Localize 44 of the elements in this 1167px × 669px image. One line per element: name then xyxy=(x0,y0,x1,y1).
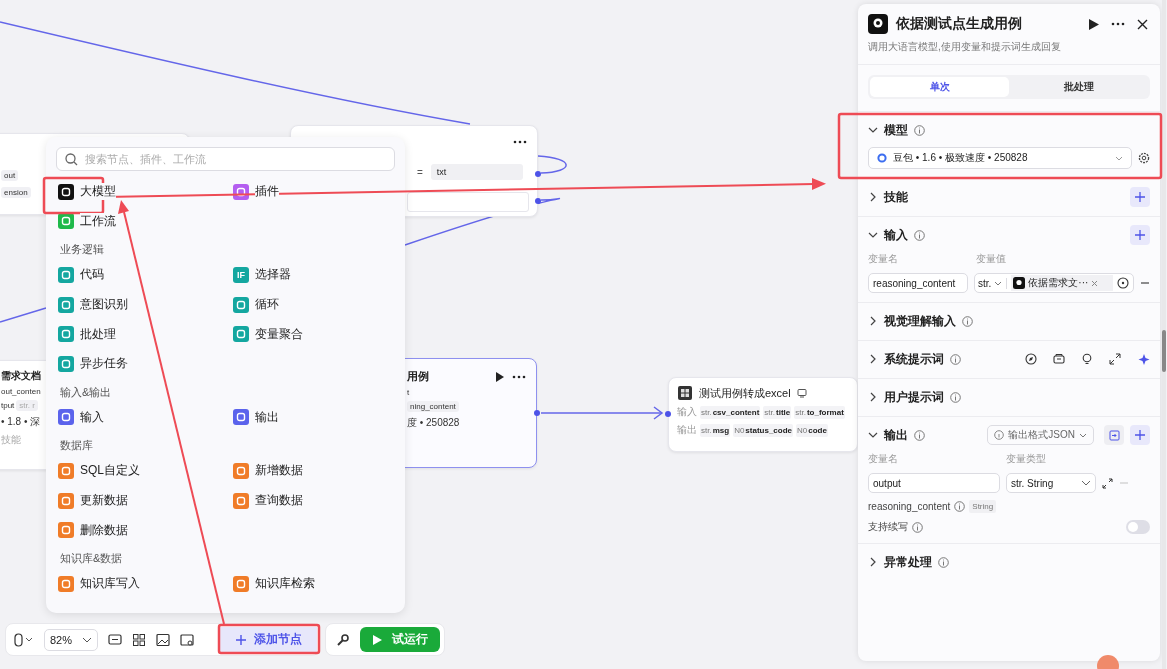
type-tag: str. r xyxy=(16,400,38,411)
section-title: 输入 xyxy=(884,226,908,244)
variable-text: tput xyxy=(1,401,15,410)
type-tag: String xyxy=(969,500,997,513)
section-title: 视觉理解输入 xyxy=(884,312,956,330)
column-label: 变量类型 xyxy=(1006,452,1046,466)
section-title: 异常处理 xyxy=(884,553,932,571)
skills-text: 技能 xyxy=(1,433,21,447)
section-heading: 数据库 xyxy=(59,438,94,454)
section-title: 用户提示词 xyxy=(884,388,944,406)
input-label: 输入 xyxy=(677,405,697,419)
variable-tag: ning_content xyxy=(407,401,459,412)
variable-tag: ension xyxy=(1,187,31,198)
section-title: 模型 xyxy=(884,121,908,139)
node-type-icon: IF xyxy=(233,267,249,283)
node-title: 需求文档 xyxy=(1,369,41,383)
output-label: 输出 xyxy=(677,423,697,437)
panel-description: 调用大语言模型,使用变量和提示词生成回复 xyxy=(858,34,1160,65)
section-heading: 知识库&数据 xyxy=(59,550,124,566)
section-title: 技能 xyxy=(884,188,908,206)
node-title: 测试用例转成excel xyxy=(699,385,791,401)
variable-text: out_conten xyxy=(1,387,41,396)
parameter-tag: str.msg xyxy=(700,423,731,437)
node-title: 用例 xyxy=(407,369,430,384)
section-title: 系统提示词 xyxy=(884,350,944,368)
variable-name: reasoning_content xyxy=(868,501,951,512)
section-heading: 输入&输出 xyxy=(59,384,113,400)
section-title: 输出 xyxy=(884,426,908,444)
section-heading: 业务逻辑 xyxy=(59,242,105,258)
panel-title: 依据测试点生成用例 xyxy=(896,15,1023,33)
parameter-tag: N0status_code xyxy=(733,423,794,437)
column-label: 变量名 xyxy=(868,452,899,466)
parameter-tag: str.to_format xyxy=(794,405,845,419)
variable-text: t xyxy=(407,388,410,397)
parameter-tag: str.title xyxy=(763,405,792,419)
parameter-tag: str.csv_content xyxy=(700,405,761,419)
column-label: 变量名 xyxy=(868,252,899,266)
parameter-tag: N0code xyxy=(796,423,828,437)
variable-tag: out xyxy=(1,170,19,181)
column-label: 变量值 xyxy=(976,252,1006,266)
option-label: 支持续写 xyxy=(868,520,908,534)
model-text: 度 • 250828 xyxy=(407,416,460,430)
model-text: • 1.8 • 深 xyxy=(1,415,41,429)
operator-text: = xyxy=(417,166,423,178)
